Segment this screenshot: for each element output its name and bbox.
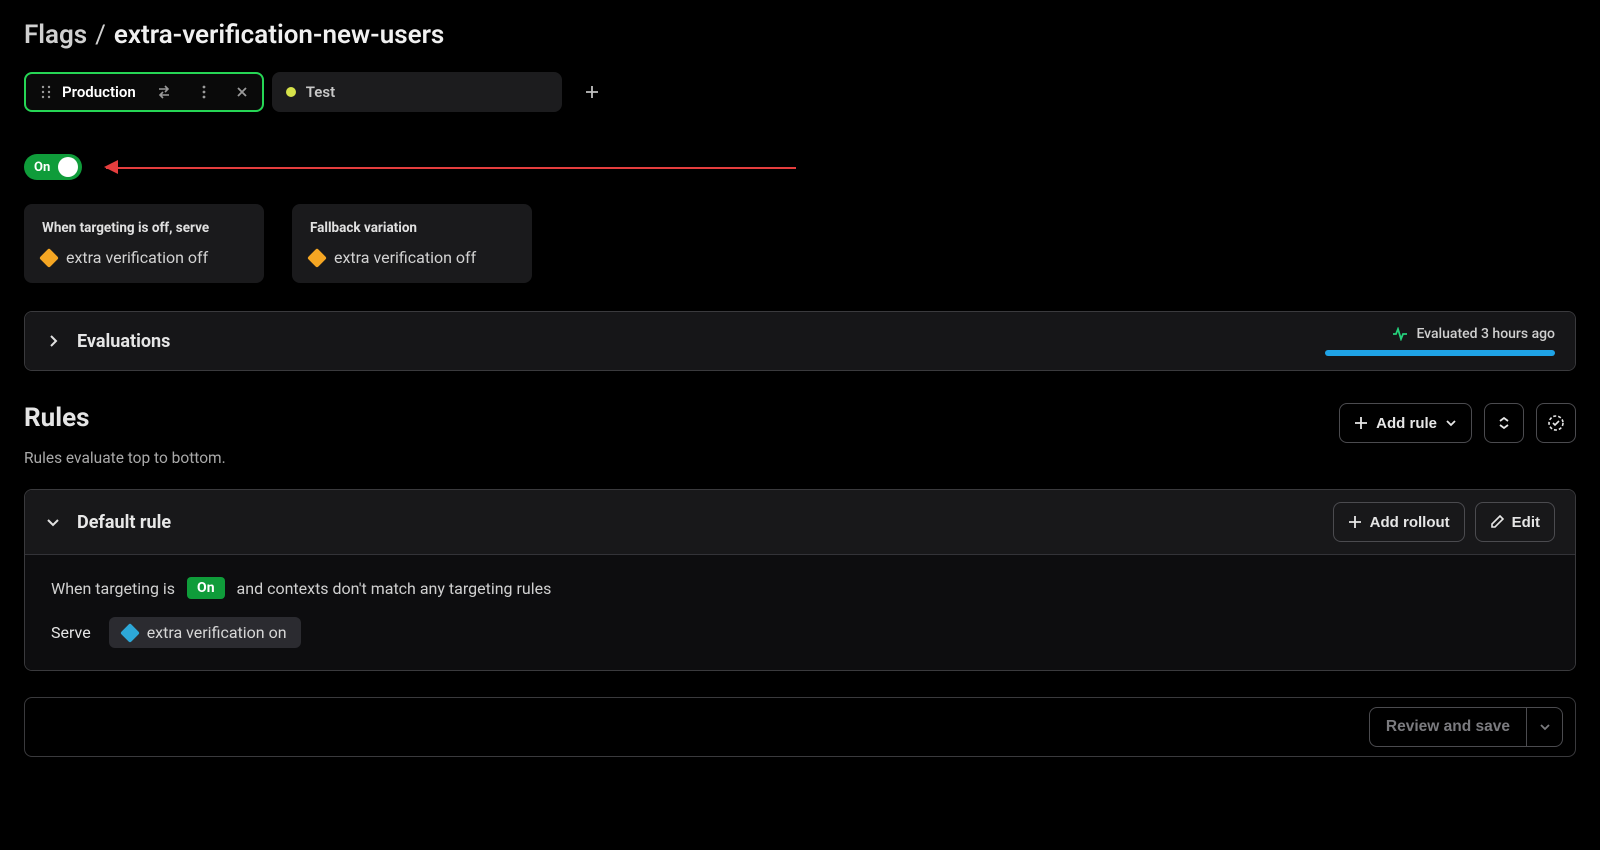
default-rule-title: Default rule [77,512,171,533]
rules-section-header: Rules Add rule [24,403,1576,443]
drag-handle-icon[interactable] [40,85,52,99]
breadcrumb: Flags / extra-verification-new-users [24,20,1576,50]
compare-icon[interactable] [156,84,172,100]
serve-cards-row: When targeting is off, serve extra verif… [24,204,1576,283]
rule-text-suffix: and contexts don't match any targeting r… [237,579,552,598]
workflow-button[interactable] [1536,403,1576,443]
breadcrumb-separator: / [95,20,106,50]
breadcrumb-leaf: extra-verification-new-users [114,20,444,50]
fallback-variation-card[interactable]: Fallback variation extra verification of… [292,204,532,283]
evaluation-activity-bar [1325,350,1555,356]
toggle-knob-icon [58,157,78,177]
add-rule-button[interactable]: Add rule [1339,403,1472,443]
evaluation-status-text: Evaluated 3 hours ago [1416,326,1555,342]
variation-icon [39,248,59,268]
chevron-down-icon [1539,721,1551,733]
served-variation-pill[interactable]: extra verification on [109,617,301,648]
default-rule-body: When targeting is On and contexts don't … [25,555,1575,670]
button-label: Review and save [1386,718,1510,735]
pulse-icon [1392,327,1408,341]
default-rule-panel: Default rule Add rollout Edit When targe… [24,489,1576,671]
rules-subtitle: Rules evaluate top to bottom. [24,449,1576,467]
env-tab-production[interactable]: Production [24,72,264,112]
env-status-dot-icon [286,87,296,97]
card-label: Fallback variation [310,220,514,236]
collapse-all-button[interactable] [1484,403,1524,443]
toggle-state-label: On [34,160,50,175]
review-and-save-button[interactable]: Review and save [1369,707,1527,747]
button-label: Add rule [1376,415,1437,432]
env-tab-label: Test [306,83,335,101]
variation-name: extra verification off [66,248,208,267]
env-tab-label: Production [62,83,136,101]
rule-text-prefix: When targeting is [51,579,175,598]
button-label: Add rollout [1370,514,1450,531]
pencil-icon [1490,515,1504,529]
add-environment-button[interactable] [578,78,606,106]
close-icon[interactable] [236,86,248,98]
rules-title: Rules [24,403,90,433]
environment-tab-row: Production Test [24,72,1576,112]
variation-icon [307,248,327,268]
button-label: Edit [1512,514,1540,531]
variation-name: extra verification on [147,623,287,642]
variation-icon [120,623,140,643]
variation-name: extra verification off [334,248,476,267]
review-dropdown-button[interactable] [1527,707,1563,747]
targeting-toggle[interactable]: On [24,154,82,180]
off-variation-card[interactable]: When targeting is off, serve extra verif… [24,204,264,283]
more-options-icon[interactable] [202,85,206,99]
chevron-right-icon [45,333,61,349]
chevron-down-icon [1445,417,1457,429]
add-rollout-button[interactable]: Add rollout [1333,502,1465,542]
targeting-toggle-row: On [24,154,1576,180]
serve-label: Serve [51,623,91,642]
chevron-down-icon [45,514,61,530]
card-label: When targeting is off, serve [42,220,246,236]
breadcrumb-root[interactable]: Flags [24,20,87,50]
edit-rule-button[interactable]: Edit [1475,502,1555,542]
on-state-chip: On [187,577,225,599]
env-tab-test[interactable]: Test [272,72,562,112]
default-rule-header[interactable]: Default rule Add rollout Edit [25,490,1575,555]
evaluations-header[interactable]: Evaluations Evaluated 3 hours ago [25,312,1575,370]
footer-action-bar: Review and save [24,697,1576,757]
evaluations-panel: Evaluations Evaluated 3 hours ago [24,311,1576,371]
evaluations-title: Evaluations [77,331,170,352]
annotation-arrow [106,161,796,173]
